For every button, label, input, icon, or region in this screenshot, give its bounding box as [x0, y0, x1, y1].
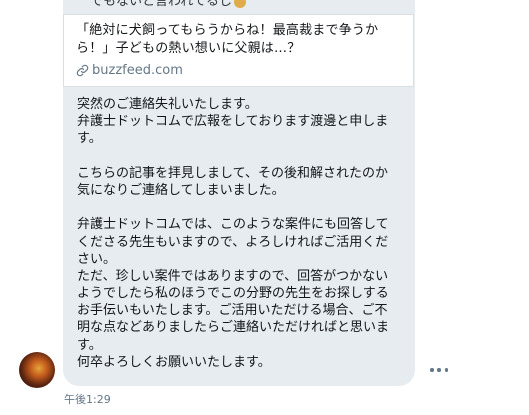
message-line: 気になりご連絡してしまいました。 [77, 182, 285, 198]
dm-conversation-view: でもないと言われてるし 「絶対に犬飼ってもらうからね！最高裁まで争うか ら！」子… [0, 0, 529, 415]
link-preview-title-line: ら！」子どもの熱い想いに父親は…？ [76, 41, 301, 56]
more-horizontal-icon [444, 368, 448, 372]
message-line: さい。 [77, 251, 117, 267]
more-options-button[interactable] [430, 364, 448, 376]
more-horizontal-icon [437, 368, 441, 372]
message-line: 弁護士ドットコムで広報をしております渡邊と申しま [77, 114, 389, 130]
message-line: す。 [77, 131, 102, 147]
link-icon [76, 64, 89, 77]
message-line: 突然のご連絡失礼いたします。 [77, 97, 258, 112]
message-line: こちらの記事を拝見しまして、その後和解されたのか [77, 165, 388, 181]
message-timestamp: 午後1:29 [64, 393, 111, 406]
message-line: ただ、珍しい案件ではありますので、回答がつかない [77, 268, 389, 284]
previous-message-text: でもないと言われてるし [90, 0, 246, 9]
message-line: 何卒よろしくお願いいたします。 [77, 354, 271, 370]
link-preview-title-line: 「絶対に犬飼ってもらうからね！最高裁まで争うか [76, 23, 379, 38]
link-preview-card[interactable]: 「絶対に犬飼ってもらうからね！最高裁まで争うか ら！」子どもの熱い想いに父親は…… [63, 14, 414, 87]
emoji-icon [233, 0, 246, 8]
message-line: お手伝いもいたします。ご活用いただける場合、ご不 [77, 303, 388, 319]
message-bubble: 突然のご連絡失礼いたします。 弁護士ドットコムで広報をしております渡邊と申しま … [63, 87, 415, 386]
message-line: す。 [77, 337, 102, 353]
link-preview-domain-text: buzzfeed.com [92, 63, 183, 78]
sender-avatar[interactable] [19, 352, 55, 388]
link-preview-domain: buzzfeed.com [76, 63, 403, 78]
more-horizontal-icon [430, 368, 434, 372]
message-line: ようでしたら私のほうでこの分野の先生をお探しする [77, 286, 389, 302]
message-line: 明な点などありましたらご連絡いただければと思いま [77, 320, 390, 336]
previous-message-text-content: でもないと言われてるし [90, 0, 232, 9]
message-line: くださる先生もいますので、よろしければご活用くだ [77, 234, 389, 250]
message-line: 弁護士ドットコムでは、このような案件にも回答して [77, 217, 389, 233]
link-preview-title: 「絶対に犬飼ってもらうからね！最高裁まで争うか ら！」子どもの熱い想いに父親は…… [76, 22, 403, 58]
